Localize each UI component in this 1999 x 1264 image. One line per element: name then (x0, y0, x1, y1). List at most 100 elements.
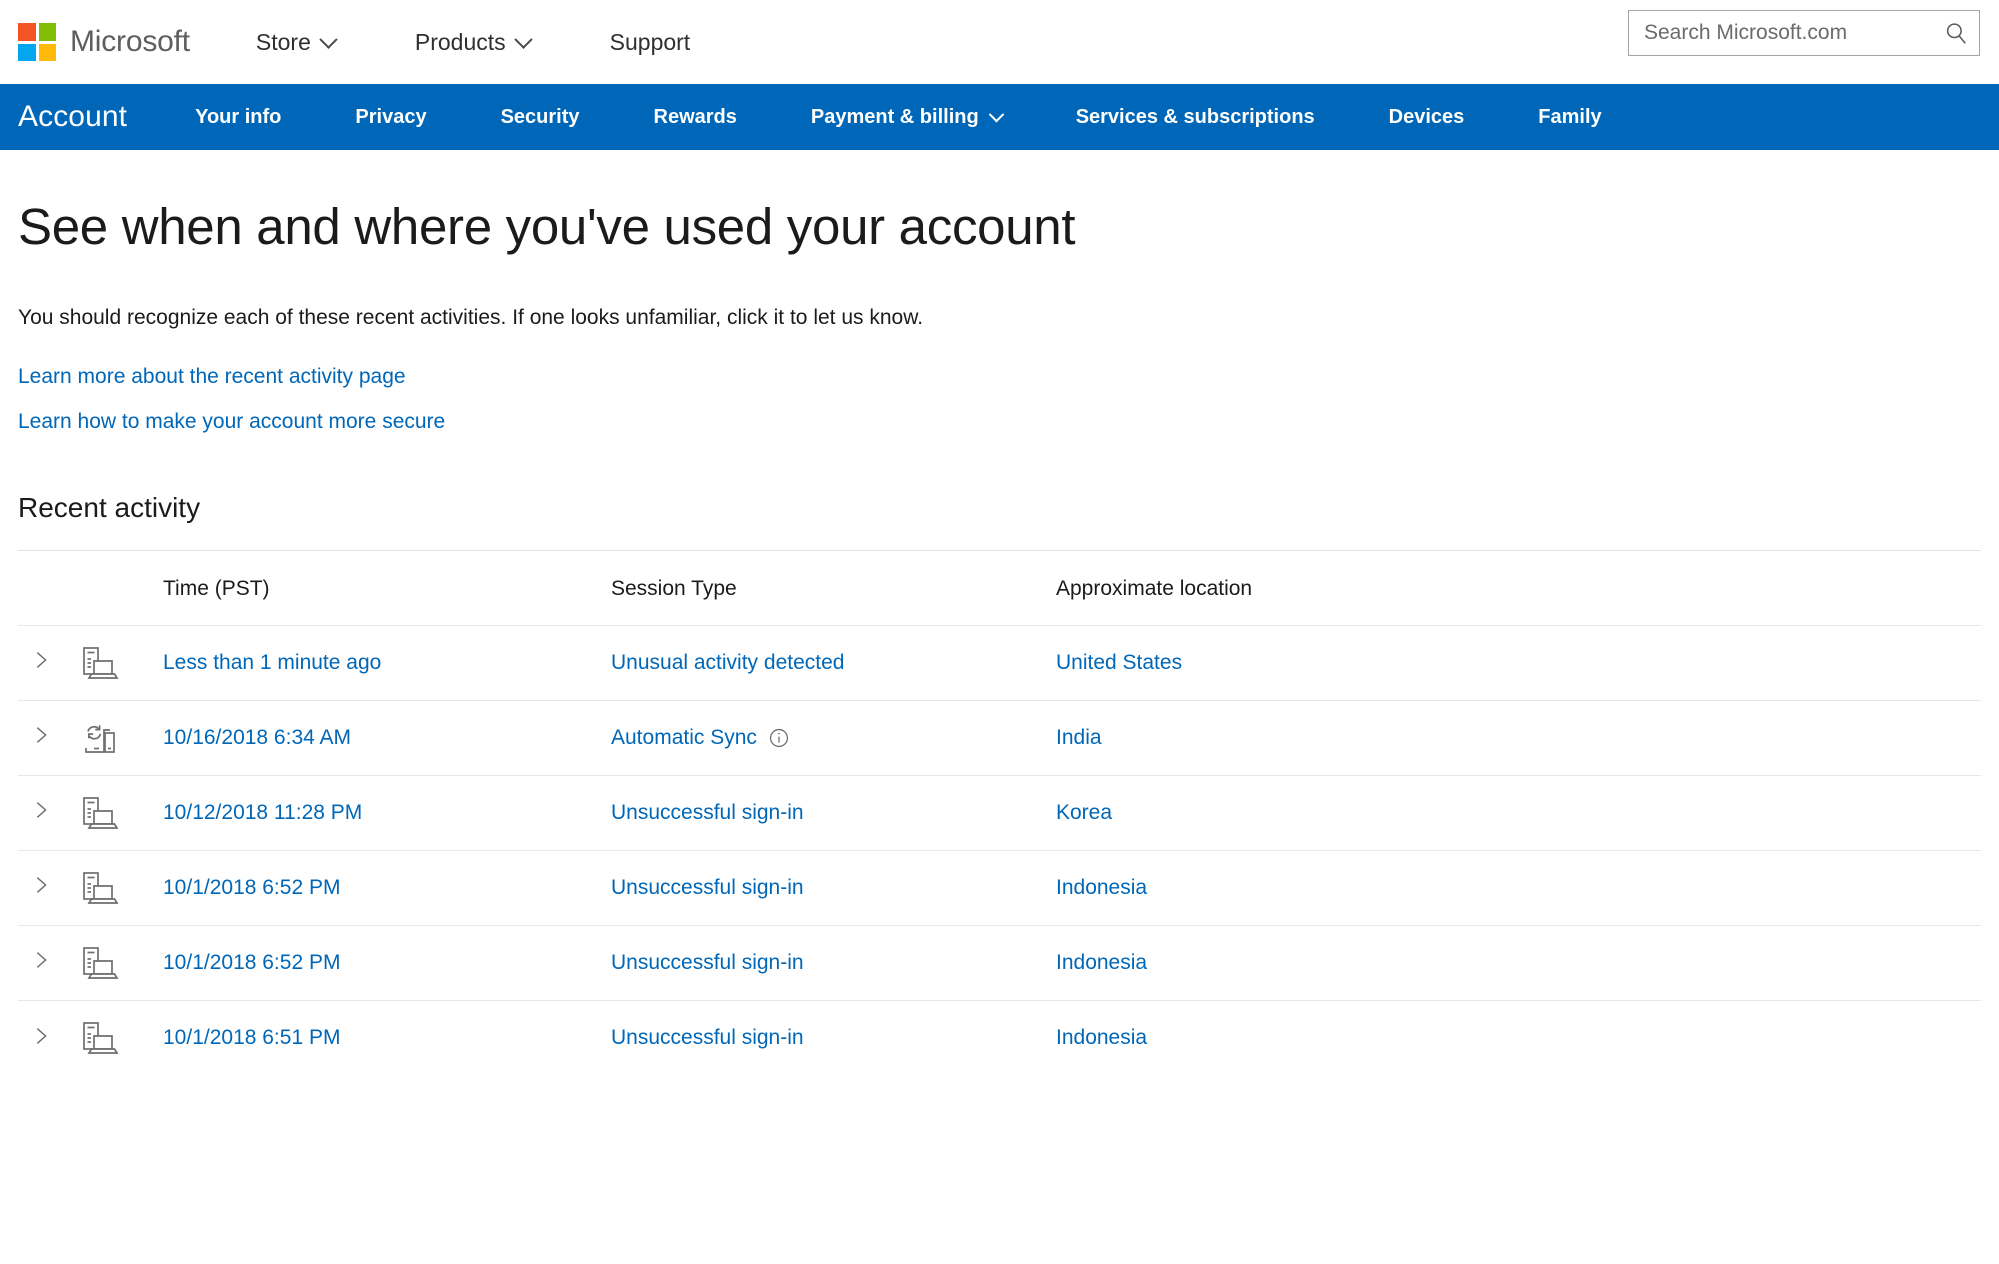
row-session-link[interactable]: Unusual activity detected (611, 651, 844, 675)
row-device-icon-cell (78, 924, 163, 1001)
link-learn-more-recent-activity[interactable]: Learn more about the recent activity pag… (18, 365, 406, 389)
row-session-label: Unusual activity detected (611, 650, 845, 674)
nav-item-products[interactable]: Products (415, 21, 533, 64)
nav-item-store[interactable]: Store (256, 21, 338, 64)
table-row[interactable]: 10/16/2018 6:34 AM Automatic Sync India (18, 699, 1981, 776)
microsoft-wordmark: Microsoft (70, 25, 190, 58)
account-nav-item-security[interactable]: Security (501, 106, 580, 129)
row-time-link[interactable]: 10/12/2018 11:28 PM (163, 801, 362, 825)
row-expand-cell[interactable] (18, 699, 78, 776)
chevron-right-icon[interactable] (30, 799, 52, 821)
global-header: Microsoft Store Products Support (0, 0, 1999, 84)
chevron-right-icon[interactable] (30, 874, 52, 896)
row-expand-cell[interactable] (18, 999, 78, 1076)
row-location-cell: Korea (1056, 774, 1981, 851)
row-session-link[interactable]: Unsuccessful sign-in (611, 1026, 804, 1050)
page-description: You should recognize each of these recen… (18, 305, 924, 329)
row-location-cell: India (1056, 699, 1981, 776)
row-time-link[interactable]: 10/1/2018 6:51 PM (163, 1026, 340, 1050)
row-expand-cell[interactable] (18, 774, 78, 851)
column-header-expand (18, 549, 78, 626)
row-expand-cell[interactable] (18, 849, 78, 926)
row-location-cell: United States (1056, 624, 1981, 701)
table-row[interactable]: 10/1/2018 6:52 PM Unsuccessful sign-in I… (18, 849, 1981, 926)
account-nav-item-label: Privacy (355, 105, 427, 128)
row-session-link[interactable]: Unsuccessful sign-in (611, 876, 804, 900)
table-row[interactable]: 10/1/2018 6:52 PM Unsuccessful sign-in I… (18, 924, 1981, 1001)
row-time-link[interactable]: Less than 1 minute ago (163, 651, 381, 675)
row-expand-cell[interactable] (18, 924, 78, 1001)
global-nav: Store Products Support (256, 21, 690, 64)
nav-item-support[interactable]: Support (610, 21, 691, 64)
account-nav-item-family[interactable]: Family (1538, 106, 1601, 129)
table-body: Less than 1 minute ago Unusual activity … (18, 624, 1981, 1076)
row-session-cell: Unsuccessful sign-in (611, 924, 1056, 1001)
column-header-session-type: Session Type (611, 549, 1056, 626)
microsoft-logo (18, 23, 56, 61)
chevron-right-icon[interactable] (30, 649, 52, 671)
row-location-link[interactable]: India (1056, 726, 1102, 750)
device-laptop-icon (83, 647, 119, 679)
account-nav-item-label: Payment & billing (810, 105, 979, 128)
chevron-down-icon (988, 106, 1004, 122)
row-time-cell: 10/16/2018 6:34 AM (163, 699, 611, 776)
row-time-link[interactable]: 10/16/2018 6:34 AM (163, 726, 351, 750)
account-nav-item-label: Security (500, 105, 580, 128)
table-header-row: Time (PST) Session Type Approximate loca… (18, 549, 1981, 626)
account-nav-item-your-info[interactable]: Your info (195, 106, 281, 129)
row-session-label: Unsuccessful sign-in (611, 875, 804, 899)
row-device-icon-cell (78, 699, 163, 776)
row-time-link[interactable]: 10/1/2018 6:52 PM (163, 951, 340, 975)
row-location-link[interactable]: Indonesia (1056, 876, 1147, 900)
table-row[interactable]: Less than 1 minute ago Unusual activity … (18, 624, 1981, 701)
row-device-icon-cell (78, 624, 163, 701)
chevron-down-icon (319, 29, 338, 49)
row-location-link[interactable]: Indonesia (1056, 1026, 1147, 1050)
page-content: See when and where you've used your acco… (0, 198, 1999, 1076)
account-brand[interactable]: Account (18, 102, 127, 132)
chevron-down-icon (513, 29, 533, 49)
microsoft-home-link[interactable]: Microsoft (18, 23, 190, 61)
search-input[interactable] (1642, 20, 1943, 46)
search-box[interactable] (1628, 10, 1980, 56)
account-nav-item-payment-billing[interactable]: Payment & billing (810, 105, 1004, 129)
row-device-icon-cell (78, 774, 163, 851)
link-learn-account-secure[interactable]: Learn how to make your account more secu… (18, 410, 445, 434)
page-title: See when and where you've used your acco… (18, 198, 1076, 255)
row-session-link[interactable]: Automatic Sync (611, 726, 790, 750)
account-nav-item-label: Devices (1388, 105, 1465, 128)
row-session-cell: Unsuccessful sign-in (611, 849, 1056, 926)
chevron-right-icon[interactable] (30, 724, 52, 746)
chevron-right-icon[interactable] (30, 949, 52, 971)
row-session-link[interactable]: Unsuccessful sign-in (611, 951, 804, 975)
row-time-link[interactable]: 10/1/2018 6:52 PM (163, 876, 340, 900)
account-nav-item-rewards[interactable]: Rewards (654, 106, 737, 129)
account-nav-item-privacy[interactable]: Privacy (355, 106, 426, 129)
row-session-label: Unsuccessful sign-in (611, 950, 804, 974)
column-header-icon (78, 549, 163, 626)
row-session-cell: Unsuccessful sign-in (611, 774, 1056, 851)
row-time-cell: 10/1/2018 6:52 PM (163, 849, 611, 926)
row-expand-cell[interactable] (18, 624, 78, 701)
table-row[interactable]: 10/12/2018 11:28 PM Unsuccessful sign-in… (18, 774, 1981, 851)
row-session-label: Automatic Sync (611, 725, 757, 749)
row-session-link[interactable]: Unsuccessful sign-in (611, 801, 804, 825)
account-nav-item-label: Rewards (653, 105, 737, 128)
account-nav-item-services-subscriptions[interactable]: Services & subscriptions (1076, 106, 1315, 129)
account-nav-item-devices[interactable]: Devices (1389, 106, 1465, 129)
device-laptop-icon (83, 797, 119, 829)
device-laptop-icon (83, 947, 119, 979)
row-location-link[interactable]: Indonesia (1056, 951, 1147, 975)
row-location-link[interactable]: Korea (1056, 801, 1112, 825)
row-session-cell: Automatic Sync (611, 699, 1056, 776)
account-nav-links: Your info Privacy Security Rewards Payme… (195, 106, 1999, 129)
table-row[interactable]: 10/1/2018 6:51 PM Unsuccessful sign-in I… (18, 999, 1981, 1076)
column-header-location: Approximate location (1056, 549, 1981, 626)
row-session-label: Unsuccessful sign-in (611, 800, 804, 824)
row-location-link[interactable]: United States (1056, 651, 1182, 675)
chevron-right-icon[interactable] (30, 1025, 52, 1047)
search-icon[interactable] (1943, 20, 1969, 46)
nav-item-support-label: Support (609, 28, 691, 55)
row-session-label: Unsuccessful sign-in (611, 1026, 804, 1050)
info-icon[interactable] (768, 727, 790, 749)
